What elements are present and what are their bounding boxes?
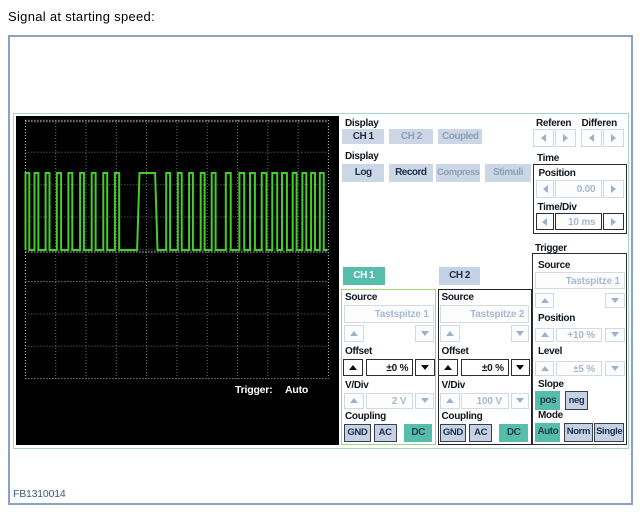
svg-text:Auto: Auto	[285, 384, 308, 396]
svg-text:Trigger:: Trigger:	[235, 384, 273, 396]
